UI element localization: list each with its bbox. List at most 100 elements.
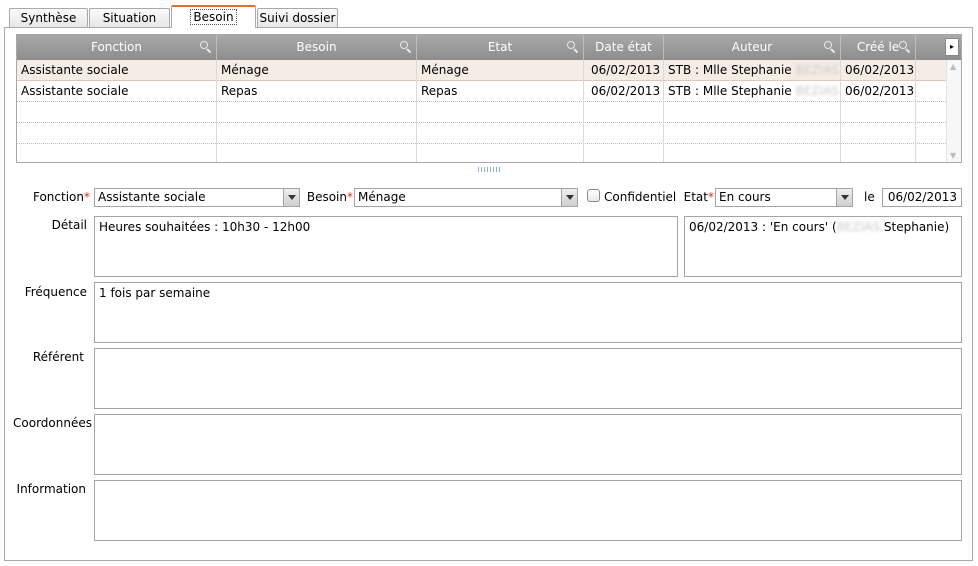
- column-header-cree-le[interactable]: Créé le: [841, 35, 916, 60]
- etat-select[interactable]: En cours: [715, 188, 853, 207]
- empty-cell: [584, 144, 664, 162]
- column-header-label: Etat: [487, 40, 513, 54]
- frequence-textarea[interactable]: 1 fois par semaine: [94, 282, 962, 343]
- column-menu-icon[interactable]: ▸: [945, 38, 959, 56]
- empty-cell: [417, 123, 584, 144]
- information-label: Information: [16, 482, 86, 496]
- empty-cell: [417, 144, 584, 162]
- auteur-name: STB : Mlle Stephanie: [668, 63, 792, 77]
- required-mark: *: [347, 190, 353, 204]
- history-text: 06/02/2013 : 'En cours' (: [689, 220, 837, 234]
- cell-besoin: Ménage: [217, 60, 417, 81]
- cell-etat: Ménage: [417, 60, 584, 81]
- empty-cell: [584, 123, 664, 144]
- empty-row: [17, 144, 946, 162]
- chevron-down-icon[interactable]: [836, 189, 852, 206]
- column-header-label: Auteur: [731, 40, 773, 54]
- etat-label: Etat*: [680, 190, 714, 204]
- besoin-select[interactable]: Ménage: [354, 188, 578, 207]
- empty-cell: [217, 123, 417, 144]
- table-row[interactable]: Assistante sociale Repas Repas 06/02/201…: [17, 81, 946, 102]
- column-header-label: Date état: [595, 40, 652, 54]
- column-header-date-etat[interactable]: Date état: [584, 35, 664, 60]
- splitter-handle[interactable]: [478, 167, 500, 172]
- column-header-etat[interactable]: Etat: [417, 35, 584, 60]
- fonction-value: Assistante sociale: [98, 190, 206, 204]
- empty-cell: [417, 102, 584, 123]
- empty-cell: [217, 144, 417, 162]
- auteur-name: STB : Mlle Stephanie: [668, 84, 792, 98]
- information-textarea[interactable]: [94, 480, 962, 541]
- tab-suivi-dossier[interactable]: Suivi dossier: [257, 8, 338, 27]
- search-icon[interactable]: [824, 41, 836, 53]
- tab-situation[interactable]: Situation: [89, 8, 170, 27]
- cell-auteur: STB : Mlle Stephanie BEZIAS: [664, 60, 841, 81]
- cell-fonction: Assistante sociale: [17, 81, 217, 102]
- column-header-label: Besoin: [296, 40, 337, 54]
- redacted-name: BEZIAS: [795, 63, 839, 77]
- coordonnees-textarea[interactable]: [94, 414, 962, 475]
- history-box: 06/02/2013 : 'En cours' (BEZIAS Stephani…: [684, 216, 962, 277]
- coordonnees-label: Coordonnées: [13, 416, 92, 430]
- empty-cell: [841, 123, 916, 144]
- etat-value: En cours: [719, 190, 771, 204]
- cell-etat: Repas: [417, 81, 584, 102]
- cell-date-etat: 06/02/2013: [584, 60, 664, 81]
- grid-header: Fonction Besoin Etat Date état Auteur Cr…: [17, 35, 961, 60]
- frequence-label: Fréquence: [24, 285, 87, 299]
- detail-label: Détail: [51, 218, 87, 232]
- empty-cell: [664, 123, 841, 144]
- column-header-auteur[interactable]: Auteur: [664, 35, 841, 60]
- detail-textarea[interactable]: Heures souhaitées : 10h30 - 12h00: [94, 216, 678, 277]
- table-row[interactable]: Assistante sociale Ménage Ménage 06/02/2…: [17, 60, 946, 81]
- cell-cree-le: 06/02/2013: [841, 60, 916, 81]
- fonction-label: Fonction*: [30, 190, 90, 204]
- chevron-down-icon[interactable]: [283, 189, 299, 206]
- empty-cell: [17, 102, 217, 123]
- cell-fonction: Assistante sociale: [17, 60, 217, 81]
- etat-label-text: Etat: [683, 190, 708, 204]
- empty-cell: [664, 144, 841, 162]
- history-text-end: Stephanie): [880, 220, 950, 234]
- empty-cell: [217, 102, 417, 123]
- search-icon[interactable]: [400, 41, 412, 53]
- besoin-label-text: Besoin: [306, 190, 347, 204]
- scroll-up-icon[interactable]: ▲: [950, 62, 956, 71]
- fonction-select[interactable]: Assistante sociale: [94, 188, 300, 207]
- besoin-value: Ménage: [358, 190, 406, 204]
- empty-row: [17, 123, 946, 144]
- column-header-besoin[interactable]: Besoin: [217, 35, 417, 60]
- cell-besoin: Repas: [217, 81, 417, 102]
- tab-besoin[interactable]: Besoin: [171, 5, 256, 28]
- search-icon[interactable]: [567, 41, 579, 53]
- redacted-name: BEZIAS: [836, 220, 881, 234]
- fonction-label-text: Fonction: [32, 190, 84, 204]
- empty-cell: [17, 144, 217, 162]
- tab-besoin-label: Besoin: [190, 9, 237, 25]
- column-header-fonction[interactable]: Fonction: [17, 35, 217, 60]
- le-label: le: [864, 190, 875, 204]
- tab-synthese[interactable]: Synthèse: [9, 8, 88, 27]
- search-icon[interactable]: [899, 41, 911, 53]
- confidentiel-checkbox[interactable]: [587, 189, 600, 202]
- required-mark: *: [708, 190, 714, 204]
- redacted-name: BEZIAS: [795, 84, 839, 98]
- search-icon[interactable]: [200, 41, 212, 53]
- scroll-down-icon[interactable]: ▼: [950, 151, 956, 160]
- referent-textarea[interactable]: [94, 348, 962, 409]
- column-header-label: Créé le: [856, 40, 900, 54]
- required-mark: *: [84, 190, 90, 204]
- date-field[interactable]: 06/02/2013: [882, 188, 962, 207]
- cell-cree-le: 06/02/2013: [841, 81, 916, 102]
- empty-cell: [841, 102, 916, 123]
- confidentiel-label: Confidentiel: [604, 190, 677, 204]
- empty-cell: [841, 144, 916, 162]
- besoin-grid: Fonction Besoin Etat Date état Auteur Cr…: [16, 34, 962, 163]
- referent-label: Référent: [32, 350, 84, 364]
- empty-row: [17, 102, 946, 123]
- column-header-label: Fonction: [90, 40, 142, 54]
- empty-cell: [584, 102, 664, 123]
- cell-auteur: STB : Mlle Stephanie BEZIAS: [664, 81, 841, 102]
- grid-scrollbar[interactable]: ▲ ▼: [946, 60, 961, 162]
- chevron-down-icon[interactable]: [561, 189, 577, 206]
